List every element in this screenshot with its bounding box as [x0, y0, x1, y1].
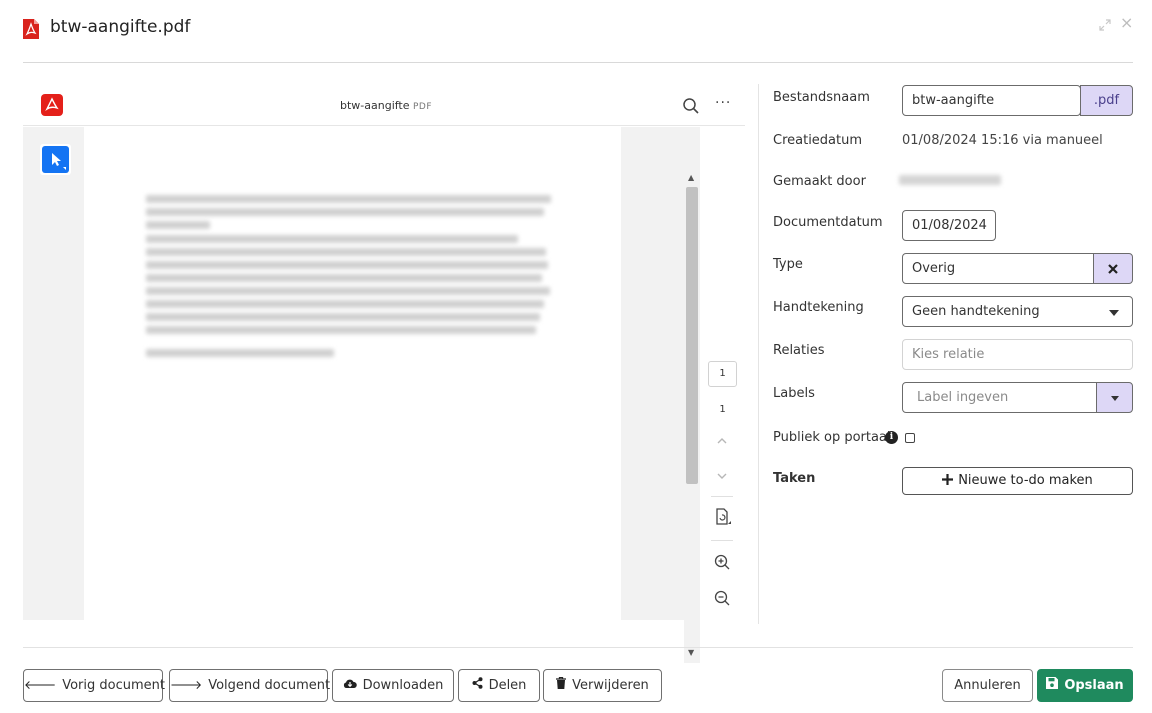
new-todo-button[interactable]: Nieuwe to-do maken [902, 467, 1133, 495]
footer-divider [23, 647, 1133, 648]
delete-button[interactable]: Verwijderen [543, 669, 662, 702]
viewer-document-ext: PDF [413, 102, 433, 112]
made-by-value-blurred [899, 175, 1001, 185]
scroll-down-arrow-icon[interactable]: ▼ [688, 648, 694, 657]
created-label: Creatiedatum [773, 133, 863, 148]
new-todo-label: Nieuwe to-do maken [958, 473, 1093, 488]
rail-divider [711, 540, 733, 541]
share-button[interactable]: Delen [458, 669, 540, 702]
next-document-button[interactable]: 🡒 Volgend document [169, 669, 331, 702]
document-date-label: Documentdatum [773, 215, 883, 230]
viewer-toolbar: btw-aangifte PDF ··· [23, 84, 745, 126]
close-icon[interactable]: × [1120, 15, 1134, 31]
viewer-canvas: ▲ ▼ [23, 127, 700, 663]
total-pages: 1 [719, 404, 726, 415]
rail-divider [711, 496, 733, 497]
save-label: Opslaan [1064, 678, 1124, 693]
blurred-text-line [146, 221, 210, 229]
pdf-file-icon [23, 19, 39, 39]
caret-down-icon [1111, 396, 1119, 401]
blurred-text-line [146, 208, 544, 216]
labels-label: Labels [773, 386, 815, 401]
save-button[interactable]: Opslaan [1037, 669, 1133, 702]
download-label: Downloaden [362, 678, 444, 693]
cloud-download-icon [343, 679, 357, 688]
arrow-right-icon: 🡒 [170, 678, 203, 692]
filename-extension: .pdf [1080, 85, 1133, 116]
public-portal-label: Publiek op portaal [773, 430, 891, 445]
header-divider [23, 62, 1133, 63]
next-page-icon[interactable] [711, 466, 733, 486]
made-by-label: Gemaakt door [773, 174, 866, 189]
info-icon[interactable]: i [885, 431, 898, 444]
panel-divider [758, 84, 759, 624]
caret-down-icon [1109, 310, 1119, 316]
pdf-page [84, 127, 621, 620]
signature-select[interactable]: Geen handtekening [902, 296, 1133, 327]
scrollbar-thumb[interactable] [686, 187, 698, 484]
viewer-side-rail: 1 1 [700, 127, 745, 620]
blurred-text-line [146, 195, 551, 203]
filename-label: Bestandsnaam [773, 90, 870, 105]
cursor-icon [42, 146, 69, 173]
tasks-label: Taken [773, 471, 816, 486]
zoom-out-icon[interactable] [711, 588, 733, 608]
scroll-up-arrow-icon[interactable]: ▲ [688, 173, 694, 182]
public-portal-checkbox[interactable] [905, 433, 915, 443]
created-value: 01/08/2024 15:16 via manueel [902, 133, 1103, 148]
document-date-input[interactable]: 01/08/2024 [902, 210, 996, 241]
blurred-text-line [146, 248, 546, 256]
more-options-icon[interactable]: ··· [715, 95, 731, 111]
floppy-disk-icon [1046, 677, 1059, 689]
blurred-text-line [146, 313, 540, 321]
expand-icon[interactable] [1099, 19, 1111, 31]
download-button[interactable]: Downloaden [332, 669, 454, 702]
modal-header: btw-aangifte.pdf × [0, 0, 1152, 62]
document-modal: btw-aangifte.pdf × btw-aangifte PDF ··· [0, 0, 1152, 713]
blurred-text-line [146, 349, 334, 357]
labels-input[interactable]: Label ingeven [902, 382, 1097, 413]
blurred-text-line [146, 326, 536, 334]
filename-input[interactable]: btw-aangifte [902, 85, 1081, 116]
viewer-scrollbar[interactable]: ▲ ▼ [684, 170, 700, 663]
select-tool-button[interactable] [40, 144, 71, 175]
modal-title: btw-aangifte.pdf [50, 17, 191, 37]
type-label: Type [773, 257, 803, 272]
labels-dropdown-button[interactable] [1096, 382, 1133, 413]
share-label: Delen [488, 678, 527, 693]
current-page-input[interactable]: 1 [708, 361, 737, 387]
blurred-text-line [146, 300, 544, 308]
blurred-text-line [146, 274, 542, 282]
signature-select-value: Geen handtekening [912, 304, 1040, 319]
pdf-viewer-logo-icon [41, 94, 63, 116]
search-icon[interactable] [682, 97, 700, 115]
arrow-left-icon: 🡐 [24, 678, 57, 692]
blurred-text-line [146, 261, 548, 269]
next-document-label: Volgend document [208, 678, 331, 693]
viewer-document-name: btw-aangifte [340, 99, 410, 112]
relations-label: Relaties [773, 343, 825, 358]
share-icon [472, 677, 483, 689]
pdf-viewer: btw-aangifte PDF ··· ▲ ▼ 1 1 [23, 84, 745, 663]
blurred-text-line [146, 287, 550, 295]
blurred-text-line [146, 235, 518, 243]
trash-icon [556, 677, 567, 689]
type-select[interactable]: Overig [902, 253, 1094, 284]
clear-x-icon [1108, 264, 1118, 274]
signature-label: Handtekening [773, 300, 864, 315]
previous-document-button[interactable]: 🡐 Vorig document [23, 669, 165, 702]
cancel-button[interactable]: Annuleren [942, 669, 1033, 702]
clear-type-button[interactable] [1093, 253, 1133, 284]
rotate-page-icon[interactable] [711, 507, 733, 527]
delete-label: Verwijderen [572, 678, 649, 693]
previous-document-label: Vorig document [62, 678, 165, 693]
zoom-in-icon[interactable] [711, 552, 733, 572]
plus-icon [942, 474, 954, 485]
relations-input[interactable]: Kies relatie [902, 339, 1133, 370]
previous-page-icon[interactable] [711, 430, 733, 450]
